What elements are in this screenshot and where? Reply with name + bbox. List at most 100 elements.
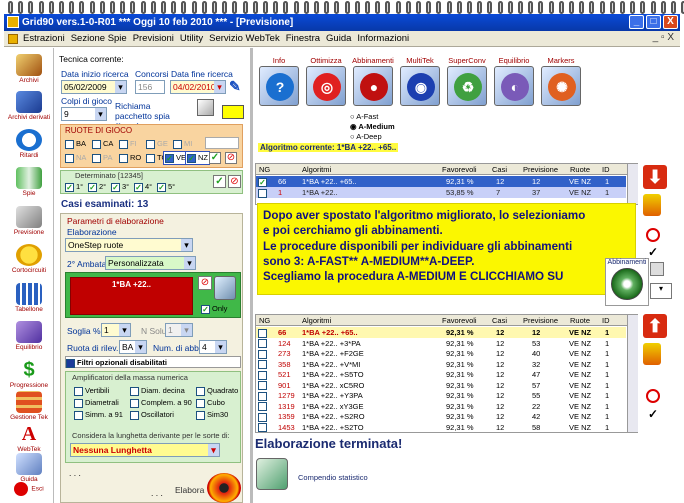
nav-archivi-derivati[interactable]: Archivi derivati [4,91,54,121]
table-row[interactable]: 1453 1*BA +22.. +S2TO 92,31 % 12 58 VE NZ 1 [256,422,626,433]
ampl-diam-decina[interactable]: Diam. decina [130,386,185,396]
nav-guida[interactable]: Guida [4,453,54,483]
tool-ottimizza[interactable]: Ottimizza ◎ [305,56,347,106]
table-row[interactable]: 124 1*BA +22.. +3*PA 92,31 % 12 53 VE NZ 1 [256,338,626,349]
table-row[interactable]: 901 1*BA +22.. xC5RO 92,31 % 12 57 VE NZ 1 [256,380,626,391]
recycle-icon[interactable] [214,276,236,300]
ruota-ca[interactable]: CA [92,139,113,149]
table-row[interactable]: 358 1*BA +22.. +V*MI 92,31 % 12 32 VE NZ 1 [256,359,626,370]
move-up-button[interactable]: ⬆ [643,314,667,338]
table-row[interactable]: 66 1*BA +22.. +65.. 92,31 % 12 12 VE NZ 1 [256,327,626,338]
menu-estrazioni[interactable]: Estrazioni [20,31,68,47]
bucket-icon[interactable] [643,194,661,216]
nav-archivi[interactable]: Archivi [4,54,54,84]
ruota-fi[interactable]: FI [119,139,137,149]
ampl-oscillatori[interactable]: Oscillatori [130,410,174,420]
lunghetta-select[interactable]: Nessuna Lunghetta [70,443,220,457]
table-row[interactable]: 1319 1*BA +22.. xY3GE 92,31 % 12 22 VE NZ 1 [256,401,626,412]
table-row[interactable]: 521 1*BA +22.. +S5TO 92,31 % 12 47 VE NZ 1 [256,369,626,380]
side-combo[interactable]: ▾ [650,283,672,299]
compendio-icon[interactable] [256,458,288,490]
tool-superconv[interactable]: SuperConv ♻ [446,56,488,106]
menu-sezione-spie[interactable]: Sezione Spie [68,31,130,47]
elabora-button[interactable] [207,473,241,503]
concorsi-field[interactable]: 156 [135,80,165,94]
check-icon[interactable]: ✓ [648,245,658,259]
menu-utility[interactable]: Utility [177,31,206,47]
stop-icon-2[interactable] [646,389,660,403]
determinato-4[interactable]: 4° [134,182,152,192]
ampl-diametrali[interactable]: Diametrali [74,398,119,408]
nav-equilibrio[interactable]: Equilibrio [4,321,54,351]
ruota-ge[interactable]: GE [146,139,168,149]
menu-informazioni[interactable]: Informazioni [354,31,412,47]
ruote-clear-icon[interactable]: ⊘ [225,152,237,164]
nav-progressione[interactable]: $ Progressione [4,359,54,389]
bucket-icon-2[interactable] [643,343,661,365]
red-clear-icon[interactable]: ⊘ [198,276,212,290]
table-row[interactable]: 1279 1*BA +22.. +Y3PA 92,31 % 12 55 VE NZ 1 [256,390,626,401]
determinato-2[interactable]: 2° [88,182,106,192]
mode-medium[interactable]: ◉ A-Medium [350,122,395,131]
info-pen-icon[interactable]: ✎ [229,78,243,94]
table-row[interactable]: 1359 1*BA +22.. +S2RO 92,31 % 12 42 VE NZ 1 [256,411,626,422]
menu-servizio-webtek[interactable]: Servizio WebTek [206,31,283,47]
mdi-controls[interactable]: _ ▫ X [653,32,674,43]
red-value-box[interactable]: 1*BA +22.. [70,277,193,315]
ampl-simm-91[interactable]: Simm. a 91 [74,410,123,420]
table-row[interactable]: 1 1*BA +22.. 53,85 % 7 37 VE NZ 1 [256,187,626,198]
nav-previsione[interactable]: Previsione [4,206,54,236]
table-row[interactable]: 66 1*BA +22.. +65.. 92,31 % 12 12 VE NZ … [256,176,626,187]
ruota-ba[interactable]: BA [65,139,86,149]
close-button[interactable]: X [663,15,678,29]
minimize-button[interactable]: _ [629,15,644,29]
data-fine-field[interactable]: 04/02/2010 [170,80,226,94]
tool-info[interactable]: Info? [258,56,300,106]
nav-spie[interactable]: Spie [4,167,54,197]
ruote-check-icon[interactable]: ✓ [209,152,221,164]
ampl-cubo[interactable]: Cubo [196,398,225,408]
ruota-nz[interactable]: NZ [185,151,210,165]
move-down-button[interactable]: ⬇ [643,165,667,189]
ampl-quadrato[interactable]: Quadrato [196,386,238,396]
compendio-label[interactable]: Compendio statistico [298,473,368,482]
tool-abbinamenti[interactable]: Abbinamenti ● [352,56,394,106]
nav-cortocircuiti[interactable]: Cortocircuiti [4,244,54,274]
colpi-select[interactable]: 9 [61,107,107,121]
maximize-button[interactable]: □ [646,15,661,29]
ruota-mi[interactable]: MI [173,139,192,149]
ruota-pa[interactable]: PA [92,153,112,163]
filtri-checkbox[interactable]: Filtri opzionali disabilitati [65,356,241,368]
tool-markers[interactable]: Markers ✺ [540,56,582,106]
nav-webtek[interactable]: A WebTek [4,423,54,453]
menu-finestra[interactable]: Finestra [283,31,323,47]
ampl-vertibili[interactable]: Vertibili [74,386,109,396]
print-icon[interactable] [650,262,664,276]
table2-scrollbar[interactable] [627,315,638,432]
ambata-select[interactable]: Personalizzata [105,256,196,270]
nav-tabellone[interactable]: Tabellone [4,283,54,313]
stop-icon[interactable] [646,228,660,242]
determinato-5[interactable]: 5° [157,182,175,192]
folder-icon[interactable] [197,99,214,116]
nav-gestione-tek[interactable]: Gestione Tek [4,391,54,421]
check-icon-2[interactable]: ✓ [648,407,658,421]
determinato-check-icon[interactable]: ✓ [213,175,226,188]
determinato-1[interactable]: 1° [65,182,83,192]
ampl-complem-90[interactable]: Complem. a 90 [130,398,192,408]
data-inizio-field[interactable]: 05/02/2009 [61,80,127,94]
numabb-select[interactable]: 4 [199,340,227,354]
menu-previsioni[interactable]: Previsioni [130,31,177,47]
tool-multitek[interactable]: MultiTek ◉ [399,56,441,106]
nav-ritardi[interactable]: Ritardi [4,129,54,159]
soglia-select[interactable]: 1 [101,323,131,337]
mode-deep[interactable]: ○ A-Deep [350,132,382,141]
abbinamenti-tooltip-button[interactable]: Abbinamenti [605,258,649,306]
only-checkbox[interactable]: Only [201,304,227,314]
table-row[interactable]: 273 1*BA +22.. +F2GE 92,31 % 12 40 VE NZ 1 [256,348,626,359]
mode-fast[interactable]: ○ A-Fast [350,112,378,121]
ampl-sim30[interactable]: Sim30 [196,410,228,420]
tool-equilibrio[interactable]: Equilibrio ◐ [493,56,535,106]
determinato-clear-icon[interactable]: ⊘ [228,175,241,188]
menu-guida[interactable]: Guida [323,31,354,47]
